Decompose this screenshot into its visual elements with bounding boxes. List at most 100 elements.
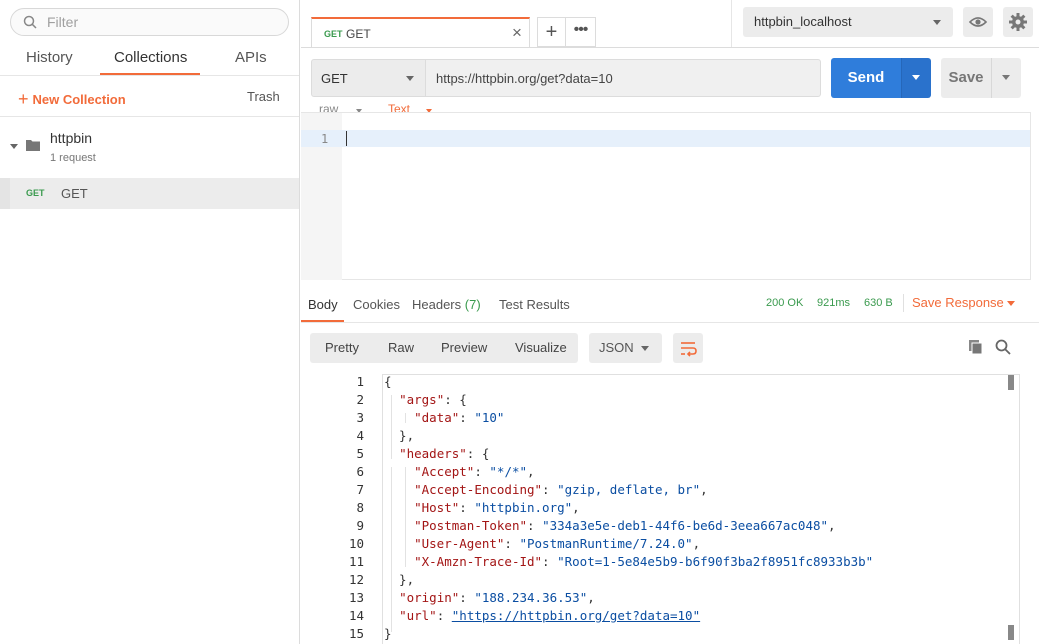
tab-cookies[interactable]: Cookies — [353, 297, 400, 312]
tab-collections[interactable]: Collections — [114, 49, 187, 66]
body-type-select[interactable]: Text — [388, 102, 410, 112]
gear-icon — [1009, 13, 1027, 31]
code-line: }, — [384, 428, 415, 443]
code-line: } — [384, 626, 392, 641]
scrollbar-thumb[interactable] — [1008, 375, 1014, 390]
body-mode-bar: raw Text — [301, 98, 1039, 112]
response-time[interactable]: 921ms — [817, 297, 850, 309]
scrollbar-thumb[interactable] — [1008, 625, 1014, 640]
active-tab-indicator — [100, 73, 200, 75]
view-mode-group: Pretty Raw Preview Visualize — [310, 333, 578, 363]
send-options-button[interactable] — [901, 58, 931, 98]
line-number: 12 — [348, 572, 364, 587]
status-code[interactable]: 200 OK — [766, 297, 803, 309]
view-visualize[interactable]: Visualize — [515, 340, 567, 355]
tab-headers-label: Headers — [412, 297, 462, 312]
plus-icon[interactable]: + — [537, 17, 566, 47]
view-preview[interactable]: Preview — [441, 340, 487, 355]
response-body-viewer[interactable]: 1 2 3 4 5 6 7 8 9 10 11 12 13 14 15 { "a… — [301, 372, 1039, 644]
code-line: "origin": "188.234.36.53", — [399, 590, 595, 605]
chevron-down-icon — [912, 75, 920, 80]
close-icon[interactable]: × — [512, 23, 522, 43]
request-item[interactable]: GET GET — [0, 178, 299, 209]
line-number: 9 — [356, 518, 364, 533]
filter-box[interactable] — [10, 8, 289, 36]
divider — [731, 0, 732, 47]
save-options-button[interactable] — [991, 58, 1021, 98]
view-pretty[interactable]: Pretty — [325, 340, 359, 355]
code-line: "Postman-Token": "334a3e5e-deb1-44f6-be6… — [414, 518, 836, 533]
settings-button[interactable] — [1003, 7, 1033, 37]
line-number: 1 — [321, 132, 329, 146]
wrap-lines-button[interactable] — [673, 333, 703, 363]
line-number: 5 — [356, 446, 364, 461]
save-response-button[interactable]: Save Response — [912, 295, 1004, 310]
plus-icon: + — [18, 89, 29, 109]
format-value: JSON — [599, 340, 634, 355]
copy-icon[interactable] — [967, 338, 985, 356]
collection-name: httpbin — [50, 130, 93, 146]
method-select[interactable]: GET — [311, 59, 426, 97]
tab-apis[interactable]: APIs — [235, 49, 267, 66]
tab-test-results[interactable]: Test Results — [499, 297, 570, 312]
code-frame — [1019, 374, 1020, 644]
tab-body[interactable]: Body — [308, 297, 338, 312]
format-select[interactable]: JSON — [589, 333, 662, 363]
line-number: 11 — [348, 554, 364, 569]
chevron-down-icon — [933, 20, 941, 25]
code-line: "User-Agent": "PostmanRuntime/7.24.0", — [414, 536, 701, 551]
code-line: "Accept-Encoding": "gzip, deflate, br", — [414, 482, 708, 497]
code-line: "X-Amzn-Trace-Id": "Root=1-5e84e5b9-b6f9… — [414, 554, 874, 569]
chevron-down-icon[interactable] — [1007, 301, 1015, 306]
response-tabs: Body Cookies Headers (7) Test Results 20… — [301, 282, 1039, 322]
code-line: { — [384, 374, 392, 389]
wrap-icon — [681, 342, 697, 357]
view-raw[interactable]: Raw — [388, 340, 414, 355]
environment-quick-look-button[interactable] — [963, 7, 993, 37]
code-line: "url": "https://httpbin.org/get?data=10" — [399, 608, 701, 623]
url-value: https://httpbin.org/get?data=10 — [436, 71, 613, 86]
chevron-down-icon — [1002, 75, 1010, 80]
response-size[interactable]: 630 B — [864, 297, 893, 309]
trash-button[interactable]: Trash — [247, 89, 280, 104]
headers-count: (7) — [464, 297, 481, 312]
tab-headers[interactable]: Headers (7) — [412, 297, 481, 312]
divider — [301, 322, 1039, 323]
method-badge: GET — [324, 29, 343, 39]
search-icon[interactable] — [994, 338, 1012, 356]
request-body-editor[interactable]: 1 — [301, 112, 1031, 280]
new-collection-button[interactable]: + New Collection — [18, 88, 126, 109]
text-cursor — [346, 131, 347, 146]
line-number: 1 — [356, 374, 364, 389]
url-input[interactable]: https://httpbin.org/get?data=10 — [425, 59, 821, 97]
new-collection-label: New Collection — [32, 92, 126, 107]
send-button[interactable]: Send — [831, 58, 901, 98]
request-name: GET — [61, 186, 88, 201]
sidebar: History Collections APIs +New Collection… — [0, 0, 300, 644]
code-line: "data": "10" — [414, 410, 505, 425]
environment-select[interactable]: httpbin_localhost — [743, 7, 953, 37]
tab-history[interactable]: History — [26, 49, 73, 66]
collection-request-count: 1 request — [50, 152, 96, 164]
chevron-down-icon — [406, 76, 414, 81]
save-button[interactable]: Save — [941, 58, 991, 98]
body-mode-select[interactable]: raw — [319, 102, 338, 112]
code-line: }, — [384, 572, 415, 587]
ellipsis-icon[interactable]: ••• — [566, 17, 596, 47]
collection-item-httpbin[interactable]: httpbin 1 request — [0, 120, 299, 176]
filter-input[interactable] — [47, 13, 277, 31]
folder-icon — [26, 140, 40, 151]
code-line: "Host": "httpbin.org", — [414, 500, 580, 515]
caret-down-icon[interactable] — [10, 144, 18, 149]
code-frame — [382, 374, 383, 644]
url-link[interactable]: "https://httpbin.org/get?data=10" — [452, 608, 700, 623]
method-badge: GET — [26, 188, 45, 198]
chevron-down-icon — [641, 346, 649, 351]
request-indent-bar — [0, 178, 10, 209]
request-tab-title: GET — [346, 27, 371, 41]
divider — [0, 116, 299, 117]
sidebar-tabs: History Collections APIs — [0, 44, 299, 76]
request-tab[interactable]: GET GET × — [311, 17, 530, 48]
line-number: 3 — [356, 410, 364, 425]
line-number: 7 — [356, 482, 364, 497]
